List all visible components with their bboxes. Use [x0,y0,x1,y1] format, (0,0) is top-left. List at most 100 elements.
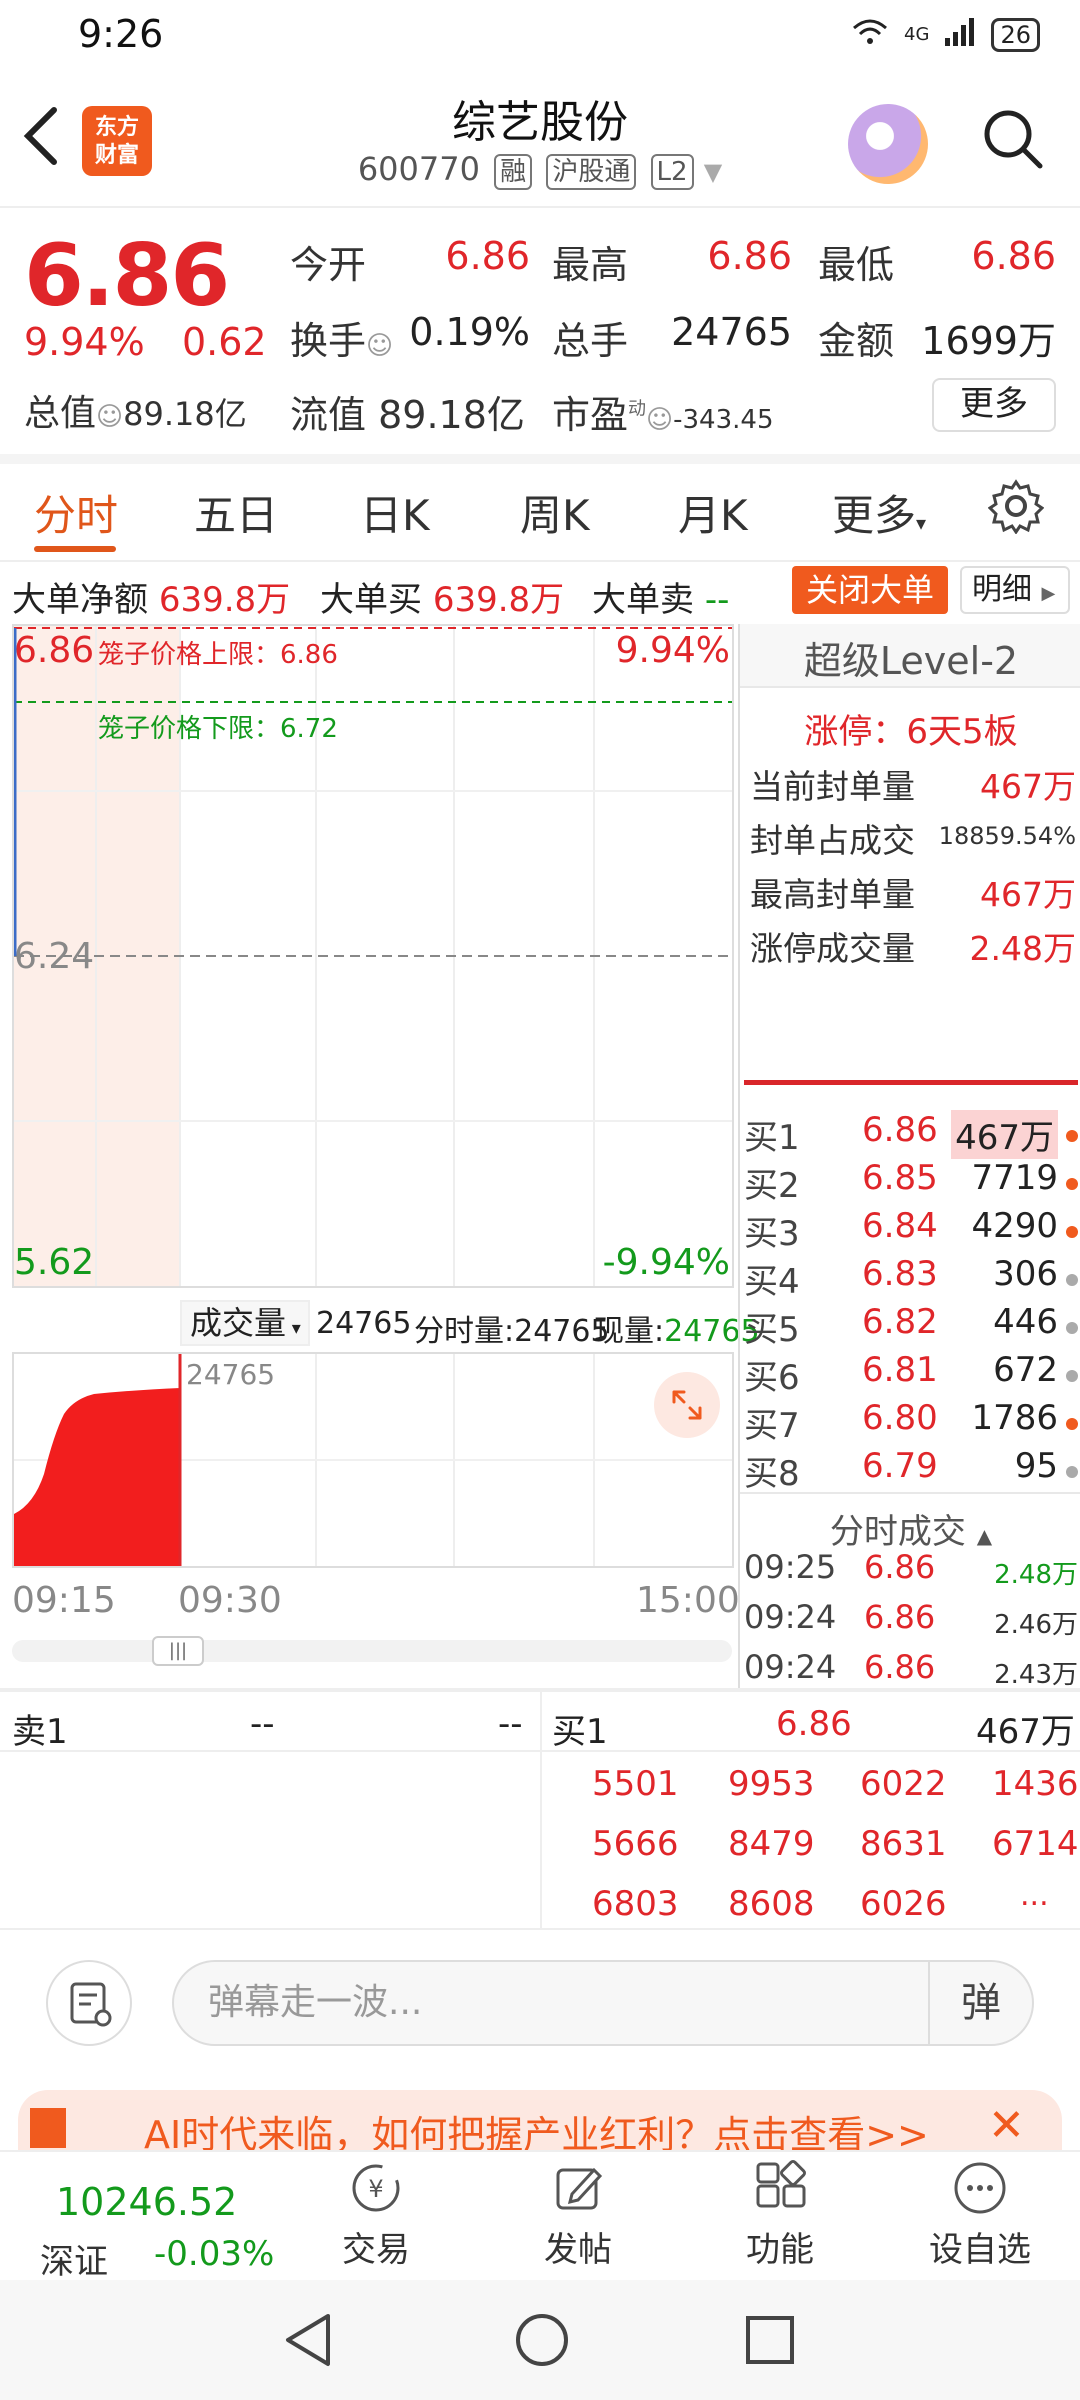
system-back-icon[interactable] [280,2310,336,2374]
time-end: 15:00 [636,1580,740,1621]
axis-mid-price: 6.24 [14,936,95,977]
ad-banner[interactable]: AI时代来临，如何把握产业红利？点击查看>> ✕ [18,2090,1062,2150]
nav-add-watchlist[interactable]: 设自选 [910,2152,1050,2282]
high-label: 最高 [552,243,629,287]
sell1-price: -- [250,1704,275,1744]
system-home-icon[interactable] [512,2310,572,2374]
queue-order: 6026 [860,1884,947,1924]
note-settings-icon[interactable] [46,1960,132,2046]
close-big-order-button[interactable]: 关闭大单 [792,566,948,614]
nav-functions[interactable]: 功能 [710,2152,850,2282]
lower-limit-label: 笼子价格下限：6.72 [98,714,338,744]
bid-row[interactable]: 买5 6.82 446 [744,1302,1078,1350]
dropdown-icon[interactable]: ▼ [704,158,722,186]
signal-icon [943,16,977,53]
battery-icon: 26 [991,17,1040,52]
status-time: 9:26 [78,12,164,56]
order-dot-icon [1066,1322,1078,1334]
time-start: 09:15 [12,1580,116,1621]
svg-text:¥: ¥ [368,2175,383,2203]
wifi-icon [850,16,890,53]
minute-volume: 分时量:24765 [414,1314,610,1349]
limit-up-count: 涨停：6天5板 [804,712,1018,752]
trades-toggle[interactable]: 分时成交 ▲ [740,1504,1080,1553]
danmaku-toggle-button[interactable]: 弹 [928,1962,1032,2044]
trade-row: 09:25 6.86 2.48万 [744,1548,1078,1590]
order-dot-icon [1066,1130,1078,1142]
order-dot-icon [1066,1370,1078,1382]
volume-chart[interactable]: 24765 [12,1352,734,1568]
seal-ratio-row: 封单占成交 18859.54% [750,821,1076,860]
book-divider [744,1080,1078,1085]
big-order-buy: 大单买 639.8万 [320,580,565,620]
detail-button[interactable]: 明细 ▶ [960,566,1070,614]
tab-intraday[interactable]: 分时 [34,482,118,543]
axis-low-price: 5.62 [14,1242,95,1283]
gear-icon[interactable] [987,478,1045,535]
queue-order: 6803 [592,1884,679,1924]
index-value[interactable]: 10246.52 [56,2180,237,2224]
stock-header: 东方 财富 综艺股份 600770 融 沪股通 L2 ▼ [0,76,1080,206]
grid-icon [752,2160,808,2216]
pe-line: 市盈动☺-343.45 [552,393,774,437]
change-amount: 0.62 [182,320,267,364]
index-name: 深证 [40,2242,108,2282]
amount-value: 1699万 [921,319,1056,363]
info-icon[interactable]: ☺ [96,402,123,432]
tab-monthly-k[interactable]: 月K [678,482,748,543]
tab-more[interactable]: 更多▾ [832,482,926,543]
bid-row[interactable]: 买6 6.81 672 [744,1350,1078,1398]
trade-row: 09:24 6.86 2.46万 [744,1598,1078,1640]
chart-scroll-handle[interactable]: ||| [152,1636,204,1666]
bid-row[interactable]: 买3 6.84 4290 [744,1206,1078,1254]
big-order-net: 大单净额 639.8万 [12,580,291,620]
active-tab-indicator [34,546,116,552]
current-volume: 现量:24765 [594,1314,760,1349]
status-bar: 9:26 4G 26 [0,0,1080,70]
tag-connect: 沪股通 [546,154,637,190]
tab-five-day[interactable]: 五日 [194,482,278,543]
system-recents-icon[interactable] [744,2314,796,2370]
queue-order: 8631 [860,1824,947,1864]
axis-low-pct: -9.94% [602,1242,730,1283]
buy1-price: 6.86 [776,1704,852,1744]
close-icon[interactable]: ✕ [988,2100,1025,2150]
volume-selector[interactable]: 成交量 ▾ [180,1300,310,1346]
bid-row[interactable]: 买8 6.79 95 [744,1446,1078,1494]
system-nav-bar [0,2280,1080,2400]
bid-row[interactable]: 买4 6.83 306 [744,1254,1078,1302]
more-dots-icon [952,2160,1008,2216]
bid-row[interactable]: 买1 6.86 467万 [744,1110,1078,1159]
low-value: 6.86 [971,234,1056,278]
tab-daily-k[interactable]: 日K [360,482,430,543]
queue-more[interactable]: ... [1020,1878,1049,1913]
info-icon[interactable]: ☺ [366,331,393,361]
danmaku-input[interactable]: 弹幕走一波... [172,1960,1034,2046]
level2-title[interactable]: 超级Level-2 [740,630,1080,685]
nav-post[interactable]: 发帖 [508,2152,648,2282]
amount-label: 金额 [818,319,895,363]
bid-row[interactable]: 买7 6.80 1786 [744,1398,1078,1446]
more-button[interactable]: 更多 [932,378,1056,432]
queue-order: 6714 [992,1824,1079,1864]
chart-scrollbar[interactable] [12,1640,732,1662]
nav-trade[interactable]: ¥ 交易 [306,2152,446,2282]
time-open: 09:30 [178,1580,282,1621]
robot-avatar-icon[interactable] [848,104,928,184]
tag-margin: 融 [494,154,533,190]
intraday-price-chart[interactable]: 6.86 6.24 5.62 9.94% -9.94% 笼子价格上限：6.86 … [12,624,734,1288]
total-value: 总值☺89.18亿 [24,393,247,434]
status-icons: 4G 26 [850,16,1040,53]
bottom-nav: 10246.52 深证 -0.03% ¥ 交易 发帖 功能 设自选 [0,2150,1080,2282]
tab-weekly-k[interactable]: 周K [520,482,590,543]
expand-icon[interactable] [654,1372,720,1438]
info-icon[interactable]: ☺ [646,405,673,435]
queue-order: 8608 [728,1884,815,1924]
order-queue: 卖1 -- -- 买1 6.86 467万 5501 9953 6022 143… [0,1692,1080,1928]
bid-row[interactable]: 买2 6.85 7719 [744,1158,1078,1206]
search-icon[interactable] [980,106,1044,170]
queue-order: 9953 [728,1764,815,1804]
current-price: 6.86 [24,226,230,326]
index-change: -0.03% [154,2234,275,2274]
axis-top-pct: 9.94% [615,630,730,671]
